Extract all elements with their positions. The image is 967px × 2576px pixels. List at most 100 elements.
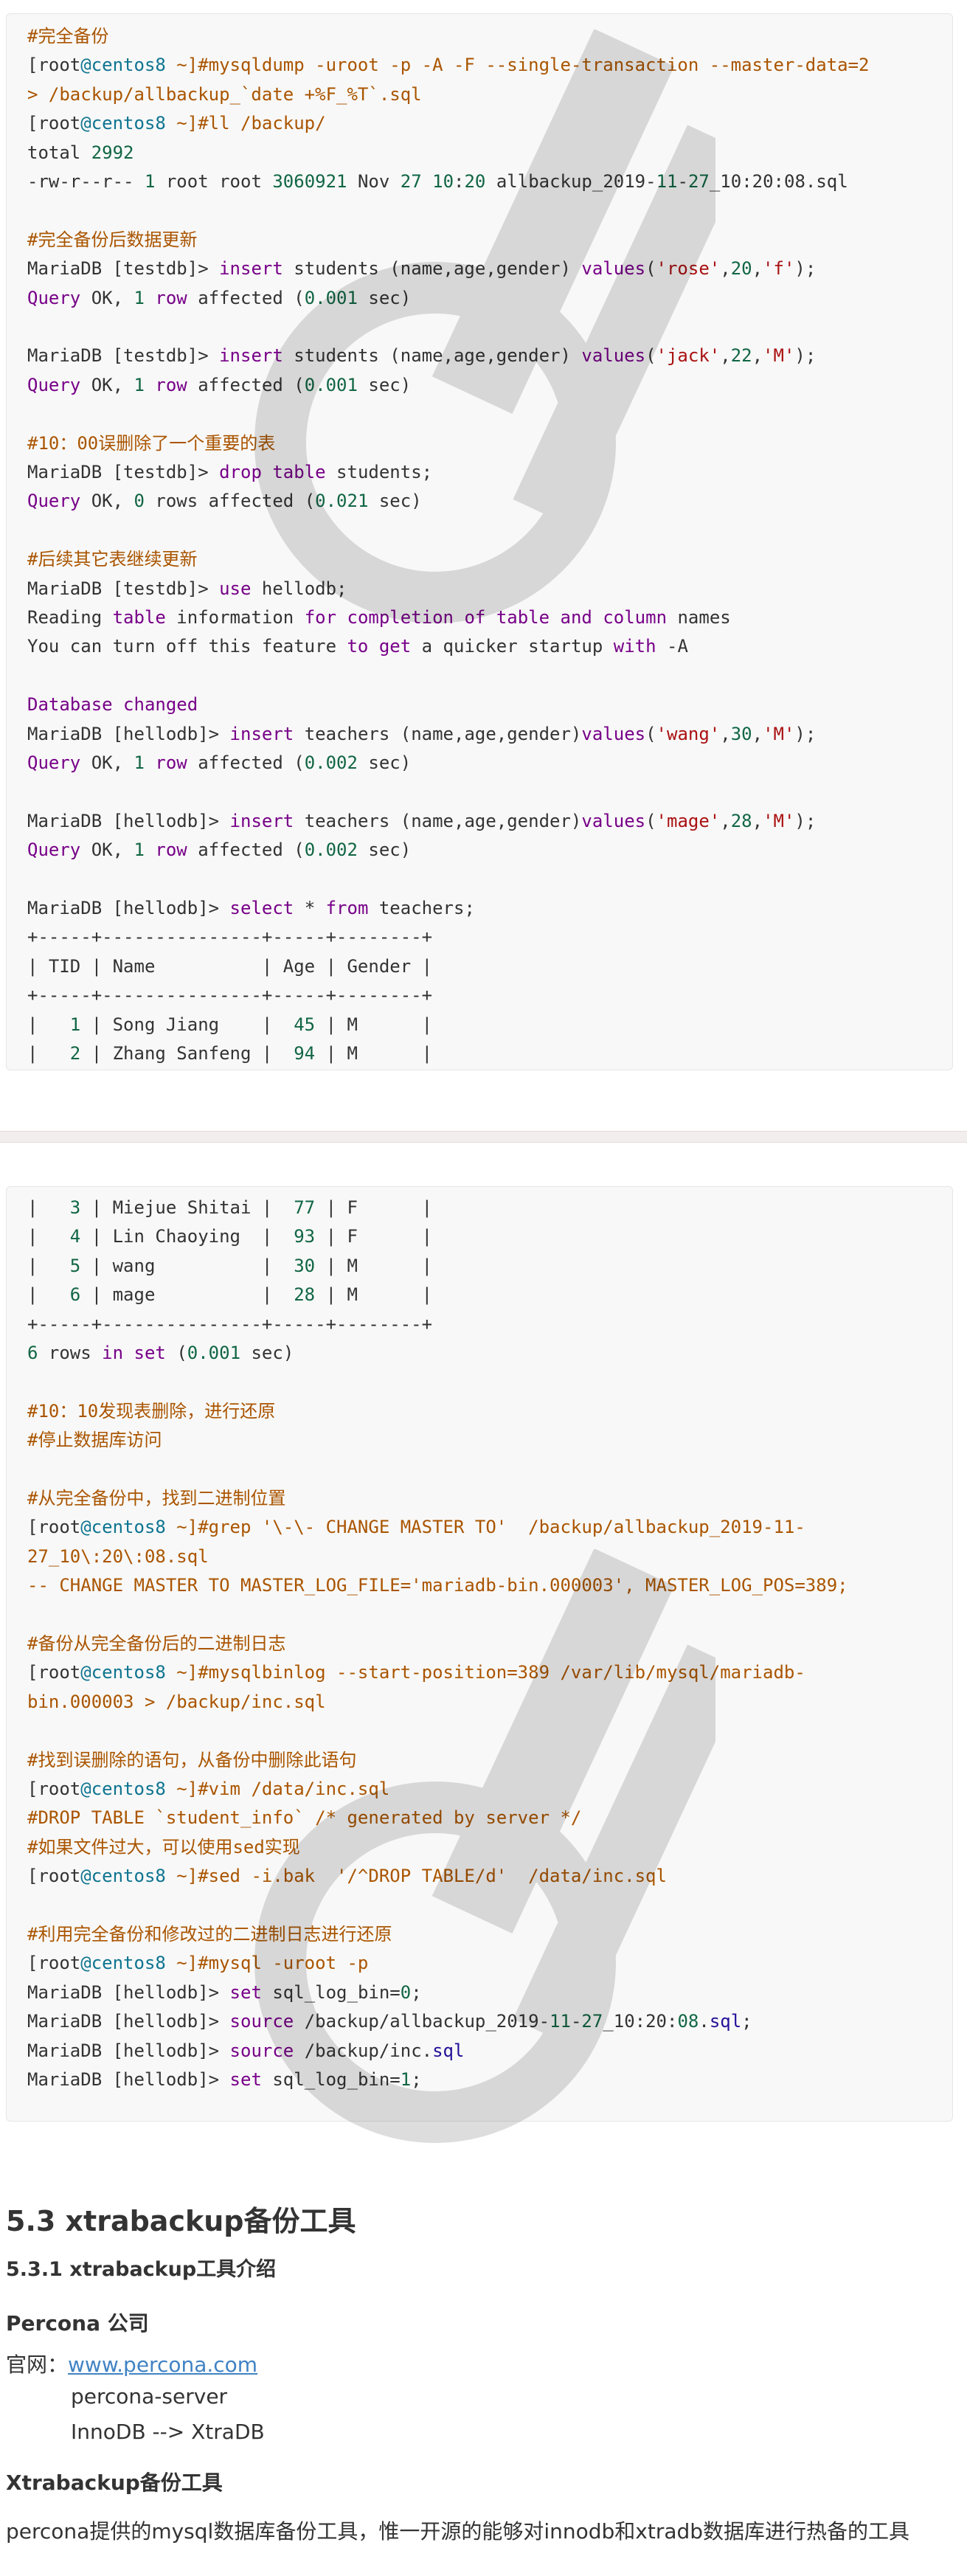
code-token: 93 [294, 1226, 316, 1247]
code-token: to [347, 636, 369, 657]
code-token: | [27, 1255, 70, 1276]
code-token: OK, [80, 491, 134, 512]
code-token: 'rose' [656, 258, 721, 280]
code-token: [root [27, 1866, 81, 1887]
code-line: [root@centos8 ~]#mysqlbinlog --start-pos… [27, 1662, 805, 1683]
code-token: 1 [134, 374, 145, 395]
code-token: Query [27, 839, 81, 861]
code-line: MariaDB [hellodb]> source /backup/allbac… [27, 2011, 752, 2032]
code-line: #完全备份后数据更新 [27, 229, 197, 250]
code-token: ~]#sed -i.bak '/^DROP TABLE/d' /data/inc… [165, 1866, 667, 1887]
code-token: | F | [315, 1197, 433, 1218]
code-token: column [603, 607, 668, 628]
code-token: source [229, 2040, 294, 2061]
code-token: 1 [144, 171, 156, 192]
code-token: | [27, 1014, 70, 1035]
code-token: rows [38, 1343, 103, 1363]
code-line: Query OK, 1 row affected (0.002 sec) [27, 752, 411, 773]
code-token: 27_10\:20\:08.sql [27, 1545, 209, 1567]
code-line: -- CHANGE MASTER TO MASTER_LOG_FILE='mar… [27, 1575, 848, 1596]
code-token: [root [27, 113, 81, 134]
code-token: from [325, 898, 369, 918]
code-token: ~]#mysqlbinlog --start-position=389 /var… [165, 1662, 805, 1683]
code-line: [root@centos8 ~]#mysqldump -uroot -p -A … [27, 55, 870, 75]
code-token: 27 [400, 171, 422, 192]
section-title: 5.3 xtrabackup备份工具 [6, 2205, 356, 2237]
percona-site-link[interactable]: www.percona.com [68, 2352, 257, 2377]
code-token: MariaDB [hellodb]> [27, 2011, 230, 2032]
code-token: 94 [294, 1043, 316, 1064]
code-line: | 5 | wang | 30 | M | [27, 1256, 432, 1276]
company-heading: Percona 公司 [6, 2311, 149, 2336]
code-token: @centos8 [80, 1866, 166, 1887]
code-token: 0.001 [304, 374, 358, 395]
code-token: [root [27, 1517, 81, 1538]
code-token: affected ( [187, 287, 305, 308]
code-line: -rw-r--r-- 1 root root 3060921 Nov 27 10… [27, 171, 848, 192]
code-token: row [144, 287, 187, 308]
code-token: - [570, 2011, 582, 2032]
code-token: , [752, 723, 763, 744]
code-token: for [304, 607, 337, 628]
code-token: @centos8 [80, 113, 166, 134]
code-token: MariaDB [hellodb]> [27, 723, 230, 744]
code-token: MariaDB [hellodb]> [27, 2069, 230, 2090]
site-label: 官网： [6, 2352, 69, 2377]
code-token: _10:20: [603, 2011, 678, 2032]
code-token: | mage | [80, 1284, 294, 1306]
code-token: set [229, 1981, 262, 2003]
code-token: ( [645, 345, 656, 367]
code-token: sec) [357, 287, 412, 308]
code-token: values [581, 810, 646, 831]
code-token: row [144, 752, 187, 773]
code-token: You can turn off this feature [27, 636, 347, 657]
code-token: OK, [80, 752, 134, 773]
code-token: select [229, 898, 294, 918]
code-token: sql_log_bin= [261, 2069, 401, 2090]
code-token: ); [794, 723, 817, 744]
code-token: ~]#ll /backup/ [165, 113, 326, 134]
code-token: | M | [315, 1284, 433, 1306]
code-line: Database changed [27, 694, 198, 715]
code-token: root root [155, 171, 273, 192]
code-token: sec) [357, 752, 412, 773]
code-token: 0.002 [304, 839, 358, 861]
code-token: 20 [730, 258, 752, 280]
code-line: Query OK, 1 row affected (0.001 sec) [27, 375, 411, 395]
code-token: MariaDB [testdb]> [27, 462, 220, 482]
code-token: get [378, 636, 412, 657]
code-token: , [720, 345, 731, 367]
code-token: MariaDB [testdb]> [27, 345, 220, 367]
code-token: 1 [134, 839, 145, 861]
code-token: row [144, 374, 187, 395]
code-line: > /backup/allbackup_`date +%F_%T`.sql [27, 84, 422, 105]
code-line: #完全备份 [27, 26, 108, 46]
code-token: ( [645, 258, 656, 280]
code-token: | [27, 1043, 70, 1064]
code-token: 3060921 [272, 171, 347, 192]
code-token: insert [219, 345, 283, 367]
code-token: affected ( [187, 839, 305, 861]
code-token: sec) [357, 374, 412, 395]
code-token: #完全备份后数据更新 [27, 229, 198, 250]
code-token: ; [741, 2011, 752, 2032]
code-token: sql_log_bin= [261, 1981, 401, 2003]
code-token: insert [219, 258, 283, 280]
code-token: table [112, 607, 166, 628]
code-line: Query OK, 1 row affected (0.002 sec) [27, 839, 411, 860]
code-line: [root@centos8 ~]#sed -i.bak '/^DROP TABL… [27, 1866, 667, 1886]
code-token: | [27, 1197, 70, 1218]
code-token: MariaDB [hellodb]> [27, 1981, 230, 2003]
code-token: 10 [432, 171, 454, 192]
code-token: -A [656, 636, 688, 657]
code-token: | Zhang Sanfeng | [80, 1043, 294, 1064]
code-token: MariaDB [testdb]> [27, 258, 220, 280]
code-token: 08 [677, 2011, 699, 2032]
code-token: 'M' [763, 810, 795, 831]
code-line: | 3 | Miejue Shitai | 77 | F | [27, 1197, 432, 1218]
code-token: students; [325, 462, 433, 482]
